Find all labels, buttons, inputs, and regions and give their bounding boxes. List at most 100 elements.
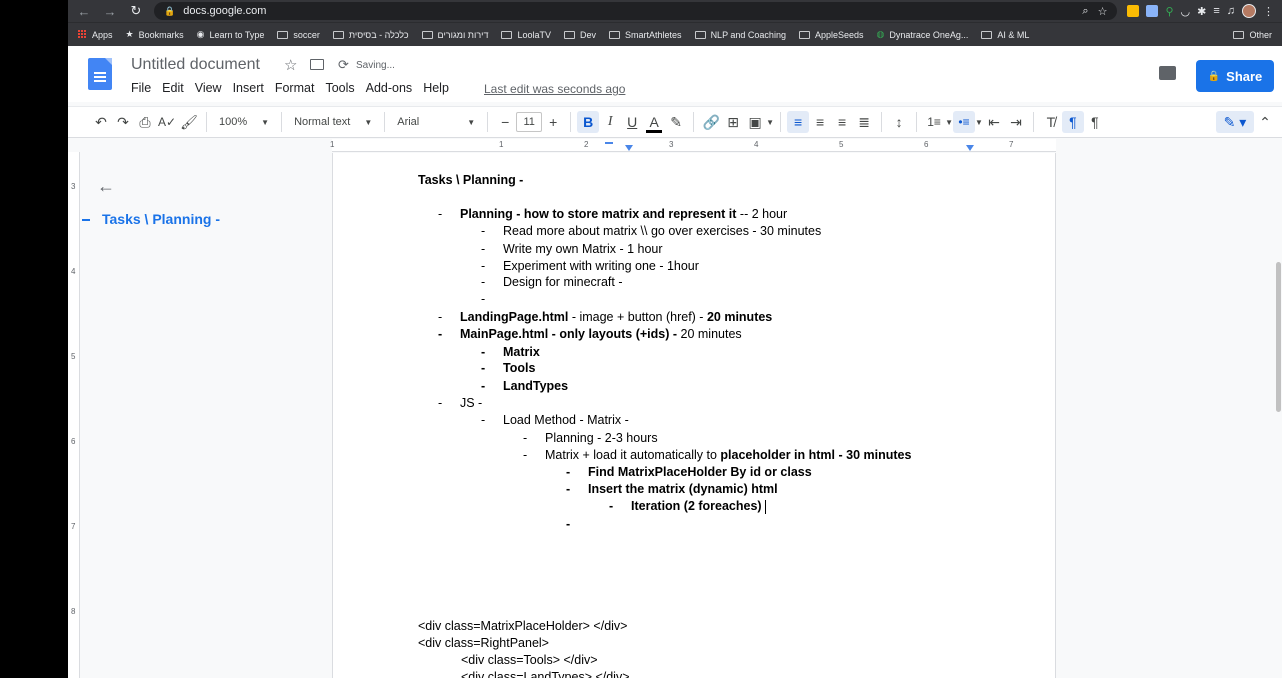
right-indent-marker[interactable] — [966, 145, 974, 151]
menu-tools[interactable]: Tools — [325, 81, 354, 95]
extension-grid-icon[interactable] — [1146, 5, 1159, 17]
comment-history-icon[interactable] — [1159, 66, 1176, 80]
move-folder-icon[interactable] — [310, 59, 324, 70]
outline-heading-item[interactable]: Tasks \ Planning - — [102, 211, 220, 227]
list-item-text: Write my own Matrix - 1 hour — [503, 242, 663, 256]
bulleted-list-icon[interactable]: •≡ — [953, 111, 976, 133]
pocket-icon[interactable]: ◡ — [1181, 5, 1191, 18]
list-item-text: LandingPage.html - image + button (href)… — [460, 310, 773, 324]
clear-formatting-icon[interactable]: T̸ — [1040, 111, 1062, 133]
chevron-up-icon[interactable]: ⌃ — [1254, 111, 1276, 133]
bold-button[interactable]: B — [577, 111, 600, 133]
redo-icon[interactable]: ↷ — [112, 111, 134, 133]
bookmark-apps[interactable]: Apps — [78, 30, 113, 40]
chevron-down-icon[interactable]: ▼ — [766, 118, 774, 127]
font-size-input[interactable]: 11 — [516, 112, 543, 132]
left-indent-marker[interactable] — [625, 145, 633, 151]
rtl-paragraph-icon[interactable]: ¶ — [1084, 111, 1106, 133]
profile-avatar[interactable] — [1242, 4, 1256, 18]
bookmark-star-icon[interactable]: ☆ — [1098, 5, 1108, 18]
list-item-text: Experiment with writing one - 1hour — [503, 259, 699, 273]
menu-insert[interactable]: Insert — [233, 81, 264, 95]
link-icon[interactable]: 🔗 — [700, 111, 722, 133]
menu-file[interactable]: File — [131, 81, 151, 95]
first-line-indent-marker[interactable] — [605, 142, 613, 144]
align-center-icon[interactable]: ≡ — [809, 111, 831, 133]
last-edit-link[interactable]: Last edit was seconds ago — [484, 82, 625, 96]
decrease-indent-icon[interactable]: ⇤ — [983, 111, 1005, 133]
highlight-icon[interactable]: ✎ — [665, 111, 687, 133]
text-color-button[interactable]: A — [643, 111, 665, 133]
print-icon[interactable]: ⎙ — [134, 111, 156, 133]
bookmark-nlp[interactable]: NLP and Coaching — [694, 30, 786, 40]
bookmark-apartments[interactable]: דירות ומגורים — [421, 30, 488, 40]
list-item-text: Find MatrixPlaceHolder By id or class — [588, 465, 812, 479]
undo-icon[interactable]: ↶ — [90, 111, 112, 133]
menu-help[interactable]: Help — [423, 81, 449, 95]
spellcheck-icon[interactable]: A✓ — [156, 111, 178, 133]
bookmark-dev[interactable]: Dev — [564, 30, 596, 40]
underline-button[interactable]: U — [621, 111, 643, 133]
docs-header: Untitled document ☆ ⟳ Saving... File Edi… — [68, 46, 1282, 102]
chevron-down-icon[interactable]: ▼ — [975, 118, 983, 127]
menu-view[interactable]: View — [195, 81, 222, 95]
bookmark-soccer[interactable]: soccer — [277, 30, 320, 40]
italic-button[interactable]: I — [599, 111, 621, 133]
forward-icon[interactable]: → — [102, 4, 118, 19]
decrease-font-size-button[interactable]: − — [494, 111, 516, 133]
numbered-list-icon[interactable]: 1≡ — [923, 111, 945, 133]
menu-addons[interactable]: Add-ons — [366, 81, 413, 95]
share-button[interactable]: 🔒 Share — [1196, 60, 1274, 92]
menu-format[interactable]: Format — [275, 81, 315, 95]
extension-search-icon[interactable]: ⚲ — [1165, 5, 1173, 18]
bullet-marker: - — [523, 448, 528, 462]
extension-notes-icon[interactable] — [1127, 5, 1140, 17]
font-select[interactable]: Arial ▼ — [391, 116, 481, 128]
omnibox[interactable]: 🔒 docs.google.com ⌕ ☆ — [154, 2, 1118, 20]
puzzle-icon[interactable]: ✱ — [1197, 5, 1206, 18]
reading-list-icon[interactable]: ≡ — [1213, 5, 1219, 17]
document-title[interactable]: Untitled document — [131, 56, 260, 74]
reload-icon[interactable]: ↻ — [128, 3, 144, 19]
chevron-down-icon[interactable]: ▼ — [945, 118, 953, 127]
menu-edit[interactable]: Edit — [162, 81, 184, 95]
zoom-select[interactable]: 100% ▼ — [213, 116, 275, 128]
align-left-icon[interactable]: ≡ — [787, 111, 810, 133]
ltr-paragraph-icon[interactable]: ¶ — [1061, 111, 1084, 133]
bullet-marker: - — [566, 465, 571, 479]
bookmark-ai-ml[interactable]: AI & ML — [981, 30, 1029, 40]
bookmark-economics[interactable]: כלכלה - בסיסית — [332, 30, 409, 40]
bookmark-learn-to-type[interactable]: ◉ Learn to Type — [197, 29, 265, 40]
bullet-marker: - — [566, 517, 571, 531]
bookmark-bookmarks[interactable]: ★ Bookmarks — [126, 29, 184, 40]
saving-status: Saving... — [356, 60, 395, 71]
bookmark-appleseeds[interactable]: AppleSeeds — [798, 30, 864, 40]
add-comment-icon[interactable]: ⊞ — [722, 111, 744, 133]
bookmark-smartathletes[interactable]: SmartAthletes — [609, 30, 682, 40]
zoom-icon[interactable]: ⌕ — [1082, 5, 1088, 18]
align-right-icon[interactable]: ≡ — [831, 111, 853, 133]
line-spacing-icon[interactable]: ↕ — [888, 111, 910, 133]
menu-bar: File Edit View Insert Format Tools Add-o… — [131, 81, 449, 95]
close-outline-icon[interactable]: ← — [97, 176, 115, 197]
media-icon[interactable]: ♫ — [1227, 5, 1235, 17]
justify-icon[interactable]: ≣ — [853, 111, 875, 133]
docs-logo-icon[interactable] — [88, 58, 112, 90]
star-icon[interactable]: ☆ — [284, 56, 297, 74]
chevron-down-icon: ▼ — [261, 117, 270, 127]
page-scrollbar[interactable] — [1276, 262, 1281, 412]
insert-image-icon[interactable]: ▣ — [744, 111, 766, 133]
bookmark-dynatrace[interactable]: ◍ Dynatrace OneAg... — [877, 29, 969, 40]
back-icon[interactable]: ← — [76, 4, 92, 19]
style-select[interactable]: Normal text ▼ — [288, 116, 378, 128]
increase-font-size-button[interactable]: + — [542, 111, 564, 133]
globe-icon: ◉ — [196, 29, 205, 39]
sync-icon: ⟳ — [338, 57, 349, 72]
bookmark-loolatv[interactable]: LoolaTV — [501, 30, 551, 40]
paint-format-icon[interactable]: 🖌 — [178, 111, 200, 133]
chrome-menu-icon[interactable]: ⋮ — [1263, 5, 1274, 18]
text-cursor — [764, 499, 766, 514]
editing-mode-icon[interactable]: ✎ ▾ — [1216, 111, 1254, 133]
bookmark-other[interactable]: Other — [1233, 30, 1272, 40]
increase-indent-icon[interactable]: ⇥ — [1005, 111, 1027, 133]
